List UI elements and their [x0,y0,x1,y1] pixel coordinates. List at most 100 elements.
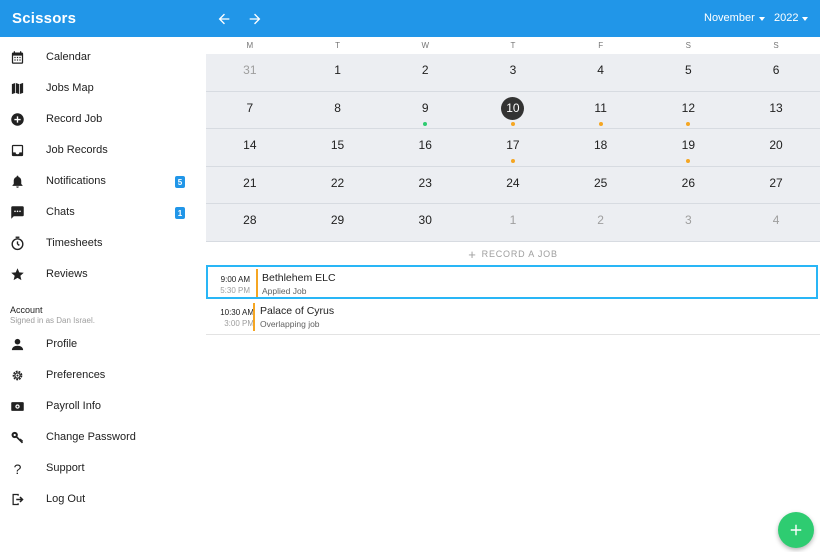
sidebar-item-record-job[interactable]: Record Job [0,104,206,135]
account-section-title: Account [10,305,43,315]
question-icon: ? [13,460,22,477]
calendar-day[interactable]: 4 [557,54,645,92]
day-number: 29 [330,213,345,228]
calendar-day[interactable]: 1 [294,54,382,92]
sidebar-item-job-records[interactable]: Job Records [0,135,206,166]
app-root: Scissors November 2022 Calendar Jobs Map… [0,0,820,552]
calendar-day[interactable]: 3 [645,204,733,242]
calendar-day[interactable]: 29 [294,204,382,242]
sidebar-item-log-out[interactable]: Log Out [0,484,206,515]
job-color-bar [253,303,255,331]
calendar-week-row: 7 8 9 10 11 12 13 [206,92,820,130]
sidebar-item-label: Log Out [46,493,86,505]
calendar-day[interactable]: 7 [206,92,294,130]
sidebar-item-preferences[interactable]: Preferences [0,360,206,391]
calendar-day[interactable]: 6 [732,54,820,92]
calendar-day[interactable]: 26 [645,167,733,205]
weekday-header: M T W T F S S [206,37,820,54]
next-month-button[interactable] [244,8,266,30]
calendar-day[interactable]: 11 [557,92,645,130]
calendar-day[interactable]: 24 [469,167,557,205]
day-number: 22 [330,175,345,190]
calendar-week-row: 28 29 30 1 2 3 4 [206,204,820,242]
sidebar-item-support[interactable]: ? Support [0,453,206,484]
day-number: 5 [685,63,692,77]
calendar-day[interactable]: 20 [732,129,820,167]
calendar-day[interactable]: 30 [381,204,469,242]
calendar-day[interactable]: 18 [557,129,645,167]
calendar-day[interactable]: 21 [206,167,294,205]
month-picker[interactable]: November [704,12,765,24]
sidebar-item-label: Preferences [46,369,106,381]
year-picker[interactable]: 2022 [774,12,809,24]
sidebar-item-profile[interactable]: Profile [0,329,206,360]
caret-down-icon [802,16,809,21]
event-indicator-dot [510,121,515,126]
calendar-day[interactable]: 16 [381,129,469,167]
sidebar-item-label: Profile [46,338,78,350]
day-number: 4 [597,63,604,77]
calendar-day[interactable]: 8 [294,92,382,130]
plus-icon: + [468,246,477,262]
calendar-day[interactable]: 14 [206,129,294,167]
sidebar-item-calendar[interactable]: Calendar [0,42,206,73]
calendar-day[interactable]: 1 [469,204,557,242]
sidebar-item-label: Record Job [46,113,103,125]
calendar-day-today[interactable]: 10 [469,92,557,130]
job-start-time: 10:30 AM [220,308,254,317]
day-number: 19 [681,138,696,153]
job-list-item[interactable]: 10:30 AM 3:00 PM Palace of Cyrus Overlap… [206,300,818,334]
calendar-day[interactable]: 4 [732,204,820,242]
calendar-day[interactable]: 22 [294,167,382,205]
job-color-bar [256,269,258,297]
calendar-day[interactable]: 17 [469,129,557,167]
day-number: 17 [506,138,520,153]
event-indicator-dot [686,159,691,164]
plus-icon [790,524,802,536]
sidebar-item-label: Payroll Info [46,400,102,412]
day-number: 15 [330,138,345,153]
weekday-label: M [246,41,254,50]
sidebar-item-timesheets[interactable]: Timesheets [0,228,206,259]
calendar-day[interactable]: 15 [294,129,382,167]
sidebar-item-reviews[interactable]: Reviews [0,259,206,290]
calendar-day[interactable]: 12 [645,92,733,130]
calendar-day[interactable]: 3 [469,54,557,92]
job-start-time: 9:00 AM [220,275,250,284]
calendar-day[interactable]: 5 [645,54,733,92]
calendar-day[interactable]: 28 [206,204,294,242]
calendar-day[interactable]: 9 [381,92,469,130]
divider [206,334,820,335]
sidebar-item-change-password[interactable]: Change Password [0,422,206,453]
calendar-day[interactable]: 31 [206,54,294,92]
caret-down-icon [758,16,765,21]
sidebar-item-notifications[interactable]: Notifications 5 [0,166,206,197]
sidebar-item-jobs-map[interactable]: Jobs Map [0,73,206,104]
map-icon [10,81,25,96]
calendar-day[interactable]: 19 [645,129,733,167]
calendar-day[interactable]: 2 [557,204,645,242]
job-name: Bethlehem ELC [262,272,336,284]
calendar-day[interactable]: 25 [557,167,645,205]
calendar-week-row: 14 15 16 17 18 19 20 [206,129,820,167]
day-number: 3 [685,213,692,228]
previous-month-button[interactable] [213,8,235,30]
record-a-job-button[interactable]: + RECORD A JOB [206,242,820,266]
day-number: 9 [421,100,429,115]
star-icon [10,267,25,282]
job-list-item[interactable]: 9:00 AM 5:30 PM Bethlehem ELC Applied Jo… [206,265,818,299]
job-end-time: 3:00 PM [224,319,254,328]
sidebar-item-payroll-info[interactable]: Payroll Info [0,391,206,422]
calendar-day[interactable]: 23 [381,167,469,205]
calendar-week-row: 21 22 23 24 25 26 27 [206,167,820,205]
sidebar-item-chats[interactable]: Chats 1 [0,197,206,228]
calendar-day[interactable]: 27 [732,167,820,205]
calendar-day[interactable]: 2 [381,54,469,92]
calendar-day[interactable]: 13 [732,92,820,130]
add-fab-button[interactable] [778,512,814,548]
sidebar-item-label: Notifications [46,175,106,187]
weekday-label: T [510,41,516,50]
day-number: 10 [501,96,525,120]
month-label: November [704,12,755,24]
signed-in-text: Signed in as Dan Israel. [10,316,95,325]
